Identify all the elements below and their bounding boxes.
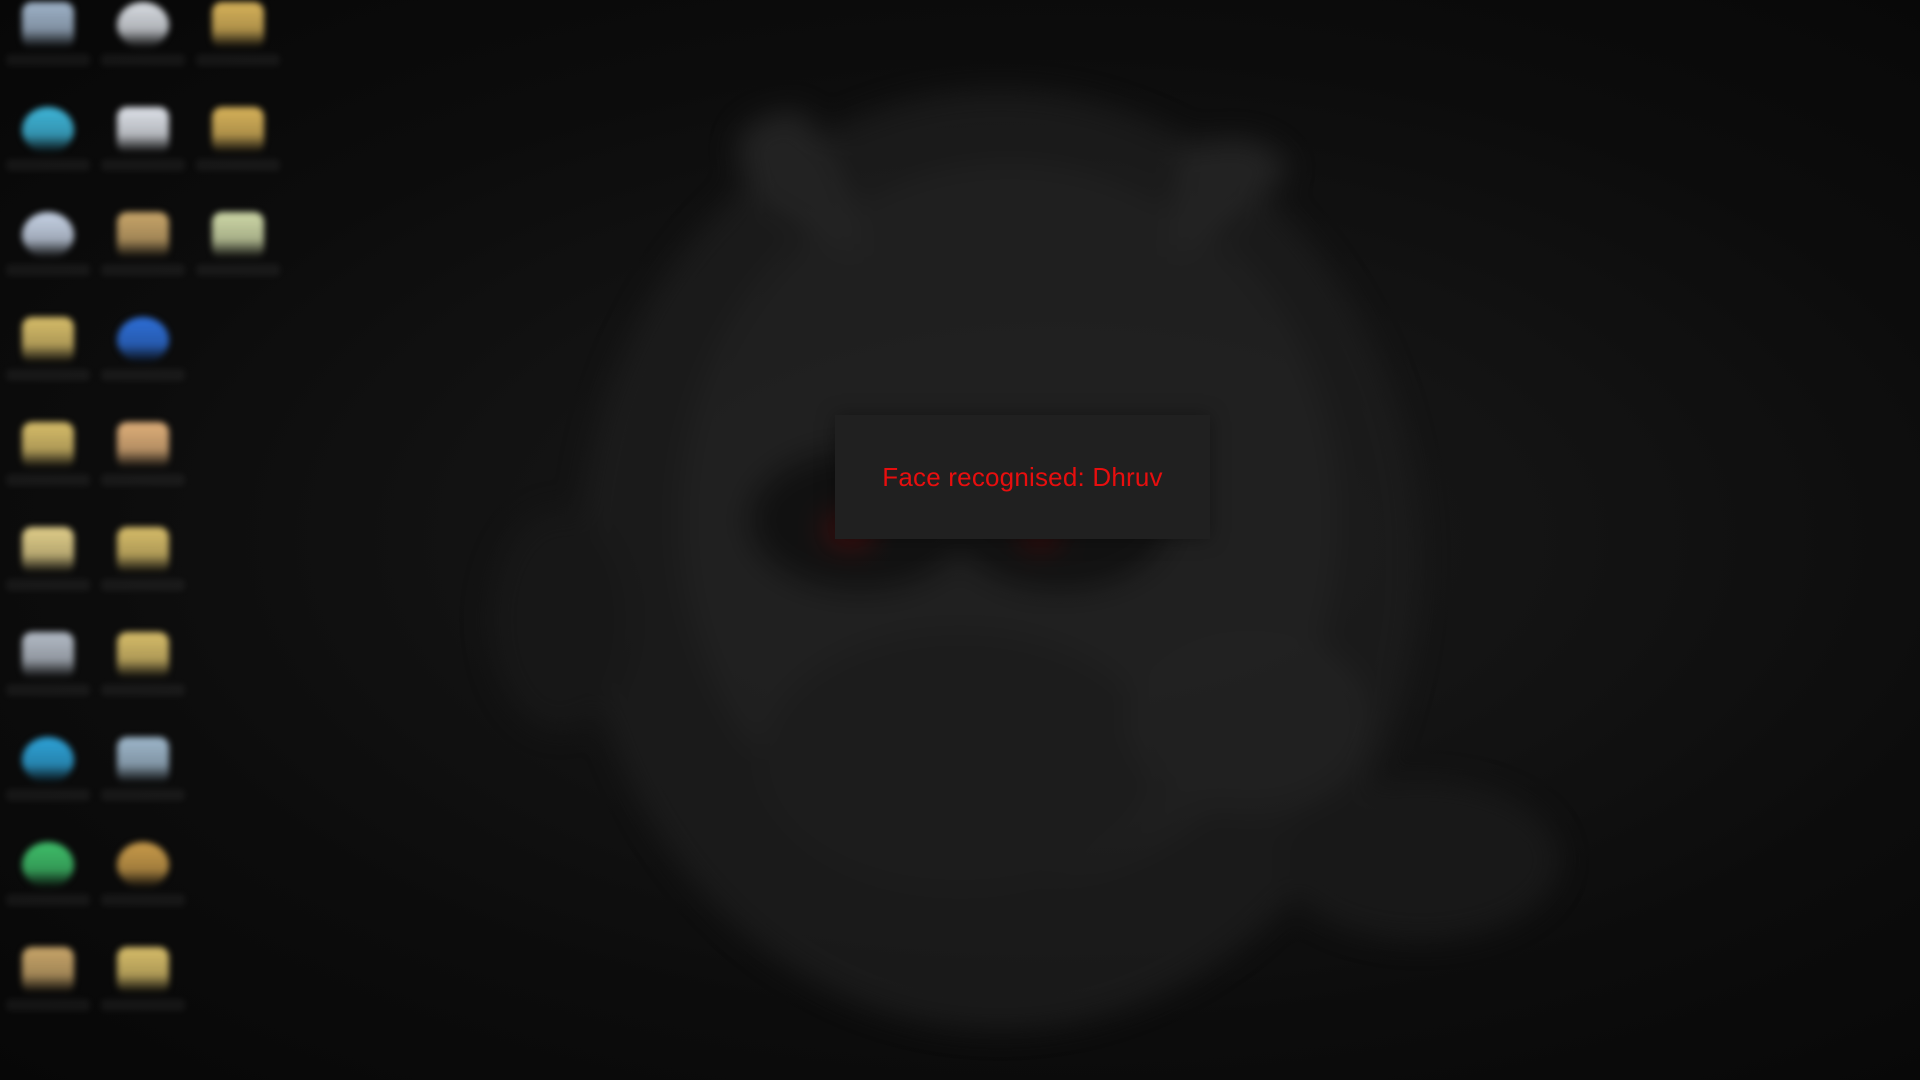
desktop-shortcut-label xyxy=(6,54,90,66)
desktop-shortcut-label xyxy=(196,264,280,276)
folder-icon xyxy=(117,632,169,678)
desktop-shortcut[interactable] xyxy=(95,0,191,100)
desktop-shortcut-label xyxy=(101,369,185,381)
browser-icon xyxy=(22,737,74,783)
image-icon xyxy=(212,212,264,258)
desktop-shortcut[interactable] xyxy=(95,945,191,1045)
desktop-shortcut-label xyxy=(101,474,185,486)
desktop-shortcut[interactable] xyxy=(0,105,96,205)
folder-icon xyxy=(117,527,169,573)
app-icon xyxy=(117,2,169,48)
desktop-shortcut-label xyxy=(101,54,185,66)
desktop-shortcut-label xyxy=(101,579,185,591)
desktop-shortcut-label xyxy=(101,159,185,171)
desktop-shortcut[interactable] xyxy=(95,525,191,625)
folder-icon xyxy=(212,107,264,153)
desktop-shortcut-label xyxy=(6,684,90,696)
folder-icon xyxy=(22,317,74,363)
desktop-shortcut-label xyxy=(6,474,90,486)
desktop-shortcut-label xyxy=(6,369,90,381)
folder-icon xyxy=(117,947,169,993)
desktop[interactable]: Face recognised: Dhruv xyxy=(0,0,1920,1080)
desktop-shortcut[interactable] xyxy=(95,630,191,730)
desktop-shortcut-label xyxy=(101,789,185,801)
app-icon xyxy=(22,212,74,258)
desktop-shortcut-label xyxy=(6,264,90,276)
browser-icon xyxy=(22,107,74,153)
desktop-shortcut[interactable] xyxy=(0,0,96,100)
desktop-shortcut-label xyxy=(6,999,90,1011)
desktop-shortcut[interactable] xyxy=(0,945,96,1045)
document-icon xyxy=(117,107,169,153)
desktop-shortcut[interactable] xyxy=(95,420,191,520)
desktop-shortcut[interactable] xyxy=(0,420,96,520)
desktop-shortcut[interactable] xyxy=(0,210,96,310)
desktop-shortcut-label xyxy=(6,159,90,171)
desktop-shortcut[interactable] xyxy=(0,525,96,625)
app-icon xyxy=(117,842,169,888)
shortcut-icon xyxy=(22,2,74,48)
app-icon xyxy=(22,842,74,888)
desktop-icon-grid xyxy=(0,0,290,1080)
desktop-shortcut-label xyxy=(196,159,280,171)
desktop-shortcut-label xyxy=(101,264,185,276)
desktop-shortcut[interactable] xyxy=(95,735,191,835)
shortcut-icon xyxy=(22,632,74,678)
desktop-shortcut[interactable] xyxy=(0,315,96,415)
desktop-shortcut[interactable] xyxy=(190,105,286,205)
desktop-shortcut-label xyxy=(101,999,185,1011)
desktop-shortcut-label xyxy=(101,894,185,906)
desktop-shortcut[interactable] xyxy=(95,210,191,310)
folder-icon xyxy=(22,947,74,993)
shortcut-icon xyxy=(117,737,169,783)
desktop-shortcut[interactable] xyxy=(0,735,96,835)
desktop-shortcut-label xyxy=(6,789,90,801)
desktop-shortcut-label xyxy=(196,54,280,66)
folder-icon xyxy=(212,2,264,48)
desktop-shortcut[interactable] xyxy=(0,630,96,730)
desktop-shortcut[interactable] xyxy=(190,0,286,100)
folder-icon xyxy=(22,527,74,573)
desktop-shortcut[interactable] xyxy=(0,840,96,940)
desktop-shortcut-label xyxy=(101,684,185,696)
desktop-shortcut[interactable] xyxy=(190,210,286,310)
notification-message: Face recognised: Dhruv xyxy=(882,461,1163,492)
desktop-shortcut[interactable] xyxy=(95,315,191,415)
desktop-shortcut[interactable] xyxy=(95,105,191,205)
folder-icon xyxy=(117,212,169,258)
folder-icon xyxy=(22,422,74,468)
face-recognition-notification: Face recognised: Dhruv xyxy=(835,415,1210,539)
folder-icon xyxy=(117,422,169,468)
app-icon xyxy=(117,317,169,363)
desktop-shortcut-label xyxy=(6,894,90,906)
desktop-shortcut[interactable] xyxy=(95,840,191,940)
desktop-shortcut-label xyxy=(6,579,90,591)
